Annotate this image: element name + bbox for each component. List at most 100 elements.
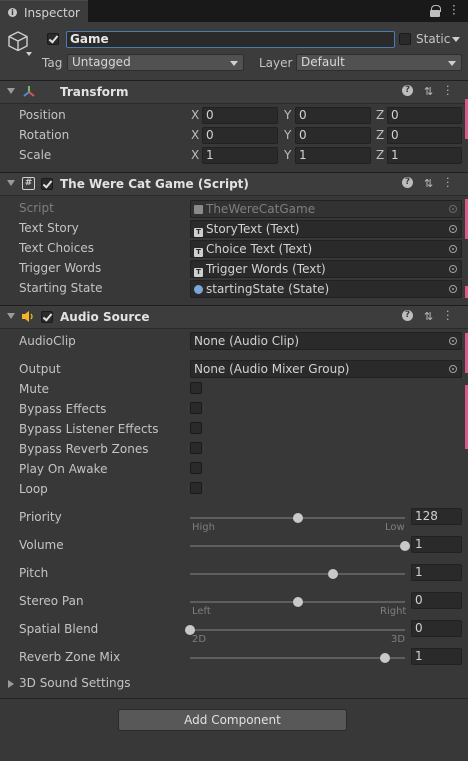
preset-icon[interactable]: ⇅: [424, 310, 433, 323]
text-choices-field[interactable]: T Choice Text (Text): [190, 240, 462, 258]
spatial-blend-slider[interactable]: [185, 625, 405, 635]
bypass-effects-label: Bypass Effects: [19, 402, 107, 416]
foldout-arrow-icon[interactable]: [7, 88, 15, 94]
slider-knob[interactable]: [292, 513, 303, 523]
audio-header-icons: ? ⇅ · · ·: [402, 306, 458, 325]
slider-knob[interactable]: [400, 541, 410, 551]
reverb-zone-mix-slider[interactable]: [190, 653, 405, 663]
context-menu-icon[interactable]: · · ·: [446, 173, 450, 192]
script-hash-icon: #: [22, 177, 35, 190]
object-picker-icon[interactable]: [449, 365, 457, 373]
static-checkbox[interactable]: [399, 33, 411, 45]
script-header-icons: ? ⇅ · · ·: [402, 173, 458, 192]
gameobject-active-checkbox[interactable]: [47, 33, 59, 45]
foldout-arrow-icon[interactable]: [7, 313, 15, 319]
scale-x-field[interactable]: 1: [202, 147, 278, 164]
object-picker-icon[interactable]: [449, 337, 457, 345]
axis-y-label[interactable]: Y: [284, 128, 291, 142]
slider-knob[interactable]: [380, 653, 391, 663]
axis-z-label[interactable]: Z: [376, 148, 384, 162]
object-picker-icon[interactable]: [449, 225, 457, 233]
preset-icon[interactable]: ⇅: [424, 85, 433, 98]
position-x-field[interactable]: 0: [202, 107, 278, 124]
cube-dropdown-arrow-icon[interactable]: [26, 52, 32, 56]
slider-knob[interactable]: [292, 597, 303, 607]
script-enabled-checkbox[interactable]: [41, 178, 53, 190]
add-component-button[interactable]: Add Component: [118, 709, 347, 731]
text-story-field[interactable]: T StoryText (Text): [190, 220, 462, 238]
axis-y-label[interactable]: Y: [284, 108, 291, 122]
mute-checkbox[interactable]: [190, 382, 202, 394]
help-icon[interactable]: ?: [402, 85, 413, 96]
foldout-arrow-icon[interactable]: [7, 180, 15, 186]
bypass-listener-effects-checkbox[interactable]: [190, 422, 202, 434]
axis-x-label[interactable]: X: [191, 148, 199, 162]
pitch-label: Pitch: [19, 566, 49, 580]
transform-row-label: Rotation: [19, 128, 70, 142]
rotation-y-field[interactable]: 0: [295, 127, 371, 144]
output-field[interactable]: None (Audio Mixer Group): [190, 360, 462, 378]
object-picker-icon[interactable]: [449, 265, 457, 273]
axis-z-label[interactable]: Z: [376, 108, 384, 122]
volume-value-field[interactable]: 1: [411, 536, 462, 553]
audio-source-enabled-checkbox[interactable]: [41, 311, 53, 323]
bypass-reverb-zones-label: Bypass Reverb Zones: [19, 442, 149, 456]
static-dropdown-arrow-icon[interactable]: [452, 37, 460, 42]
sound-settings-label[interactable]: 3D Sound Settings: [19, 676, 131, 690]
output-label: Output: [19, 362, 61, 376]
priority-slider[interactable]: [190, 513, 405, 523]
audio-clip-field[interactable]: None (Audio Clip): [190, 332, 462, 350]
priority-value-field[interactable]: 128: [411, 508, 462, 525]
script-component-header[interactable]: # The Were Cat Game (Script) ? ⇅ · · ·: [0, 172, 468, 196]
slider-knob[interactable]: [328, 569, 339, 579]
help-icon[interactable]: ?: [402, 177, 413, 188]
position-y-field[interactable]: 0: [295, 107, 371, 124]
stereo-pan-label: Stereo Pan: [19, 594, 84, 608]
spatial-blend-value-field[interactable]: 0: [411, 620, 462, 637]
object-picker-icon[interactable]: [449, 285, 457, 293]
help-icon[interactable]: ?: [402, 310, 413, 321]
text-choices-value: Choice Text (Text): [206, 242, 313, 256]
tag-dropdown-value: Untagged: [72, 55, 131, 69]
position-z-field[interactable]: 0: [387, 107, 462, 124]
kebab-menu-icon[interactable]: · · ·: [452, 0, 456, 20]
static-label[interactable]: Static: [416, 32, 450, 46]
transform-header[interactable]: Transform ? ⇅ · · ·: [0, 80, 468, 104]
gameobject-name-field[interactable]: Game: [66, 31, 395, 48]
priority-max-label: Low: [385, 522, 405, 533]
rotation-z-field[interactable]: 0: [387, 127, 462, 144]
reverb-zone-mix-value-field[interactable]: 1: [411, 648, 462, 665]
trigger-words-field[interactable]: T Trigger Words (Text): [190, 260, 462, 278]
pitch-value-field[interactable]: 1: [411, 564, 462, 581]
stereo-pan-value-field[interactable]: 0: [411, 592, 462, 609]
preset-icon[interactable]: ⇅: [424, 177, 433, 190]
transform-icon: [23, 86, 35, 97]
volume-slider[interactable]: [190, 541, 410, 551]
pitch-slider[interactable]: [190, 569, 405, 579]
axis-z-label[interactable]: Z: [376, 128, 384, 142]
foldout-arrow-right-icon[interactable]: [8, 680, 14, 688]
loop-checkbox[interactable]: [190, 482, 202, 494]
text-story-value: StoryText (Text): [206, 222, 300, 236]
scale-z-field[interactable]: 1: [387, 147, 462, 164]
scale-y-field[interactable]: 1: [295, 147, 371, 164]
script-reference-value: TheWereCatGame: [206, 202, 316, 216]
axis-x-label[interactable]: X: [191, 108, 199, 122]
play-on-awake-checkbox[interactable]: [190, 462, 202, 474]
rotation-x-field[interactable]: 0: [202, 127, 278, 144]
reverb-zone-mix-label: Reverb Zone Mix: [19, 650, 121, 664]
layer-dropdown[interactable]: Default: [296, 54, 462, 71]
bypass-reverb-zones-checkbox[interactable]: [190, 442, 202, 454]
object-picker-icon[interactable]: [449, 245, 457, 253]
context-menu-icon[interactable]: · · ·: [446, 306, 450, 325]
axis-x-label[interactable]: X: [191, 128, 199, 142]
axis-y-label[interactable]: Y: [284, 148, 291, 162]
play-on-awake-label: Play On Awake: [19, 462, 108, 476]
audio-source-header[interactable]: Audio Source ? ⇅ · · ·: [0, 305, 468, 329]
stereo-pan-slider[interactable]: [190, 597, 405, 607]
tag-dropdown[interactable]: Untagged: [67, 54, 244, 71]
text-icon: T: [194, 268, 203, 277]
context-menu-icon[interactable]: · · ·: [446, 81, 450, 100]
bypass-effects-checkbox[interactable]: [190, 402, 202, 414]
starting-state-field[interactable]: startingState (State): [190, 280, 462, 298]
